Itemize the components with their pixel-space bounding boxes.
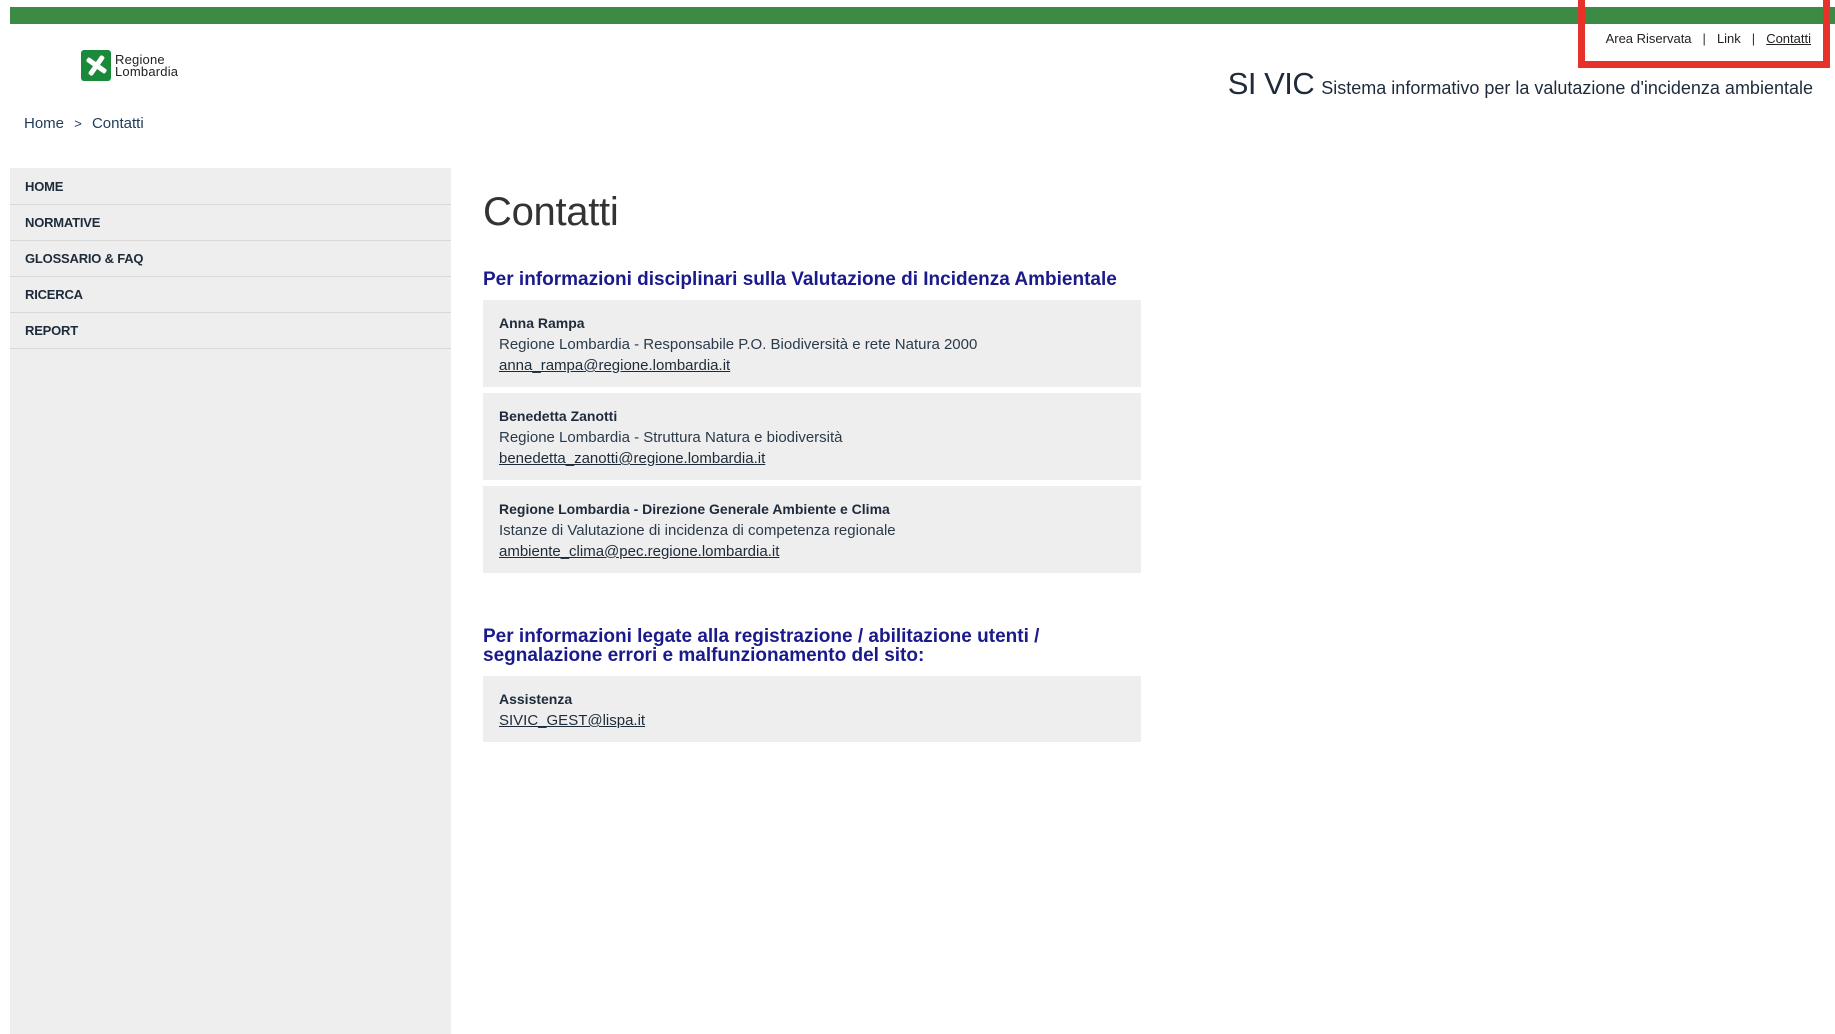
contact-card: Benedetta Zanotti Regione Lombardia - St… — [483, 393, 1141, 480]
regione-lombardia-icon — [81, 50, 111, 81]
sidebar-item-home[interactable]: HOME — [10, 168, 451, 205]
contact-card: Regione Lombardia - Direzione Generale A… — [483, 486, 1141, 573]
logo-text: Regione Lombardia — [115, 53, 179, 79]
utility-separator: | — [1751, 31, 1756, 46]
contact-name: Anna Rampa — [499, 315, 585, 331]
sidebar-item-normative[interactable]: NORMATIVE — [10, 205, 451, 241]
utility-separator: | — [1702, 31, 1706, 46]
contact-card: Anna Rampa Regione Lombardia - Responsab… — [483, 300, 1141, 387]
breadcrumb: Home > Contatti — [24, 115, 144, 132]
site-title-long: Sistema informativo per la valutazione d… — [1321, 78, 1813, 98]
sidebar: HOME NORMATIVE GLOSSARIO & FAQ RICERCA R… — [10, 168, 451, 1034]
logo-text-line2: Lombardia — [115, 63, 179, 79]
contact-email-link[interactable]: ambiente_clima@pec.regione.lombardia.it — [499, 543, 779, 560]
sidebar-item-report[interactable]: REPORT — [10, 313, 451, 349]
contact-email-link[interactable]: anna_rampa@regione.lombardia.it — [499, 357, 730, 374]
breadcrumb-current: Contatti — [91, 115, 144, 132]
site-title: SI VIC Sistema informativo per la valuta… — [1228, 66, 1813, 102]
top-color-bar — [10, 7, 1835, 24]
breadcrumb-separator: > — [74, 116, 82, 131]
breadcrumb-home[interactable]: Home — [24, 115, 64, 132]
utility-nav: Area Riservata | Link | Contatti — [1606, 31, 1811, 46]
contact-email-link[interactable]: benedetta_zanotti@regione.lombardia.it — [499, 450, 765, 467]
contact-description: Istanze di Valutazione di incidenza di c… — [499, 522, 896, 539]
main-content: Contatti Per informazioni disciplinari s… — [483, 180, 1141, 748]
contact-name: Assistenza — [499, 691, 573, 707]
contact-name: Regione Lombardia - Direzione Generale A… — [499, 501, 890, 517]
site-title-short: SI VIC — [1227, 66, 1315, 101]
section-title: Per informazioni disciplinari sulla Valu… — [483, 269, 1117, 290]
contact-card: Assistenza SIVIC_GEST@lispa.it — [483, 676, 1141, 742]
utility-link-link[interactable]: Link — [1717, 31, 1741, 46]
sidebar-item-glossario-faq[interactable]: GLOSSARIO & FAQ — [10, 241, 451, 277]
page-title: Contatti — [483, 190, 619, 234]
section-title: Per informazioni legate alla registrazio… — [483, 626, 1040, 666]
sidebar-item-ricerca[interactable]: RICERCA — [10, 277, 451, 313]
contact-name: Benedetta Zanotti — [499, 408, 618, 424]
utility-link-contatti[interactable]: Contatti — [1766, 31, 1811, 46]
contact-description: Regione Lombardia - Responsabile P.O. Bi… — [499, 336, 978, 353]
regione-lombardia-logo[interactable]: Regione Lombardia — [81, 50, 178, 81]
contact-description: Regione Lombardia - Struttura Natura e b… — [499, 429, 843, 446]
contact-email-link[interactable]: SIVIC_GEST@lispa.it — [499, 712, 645, 729]
utility-link-area-riservata[interactable]: Area Riservata — [1606, 31, 1692, 46]
